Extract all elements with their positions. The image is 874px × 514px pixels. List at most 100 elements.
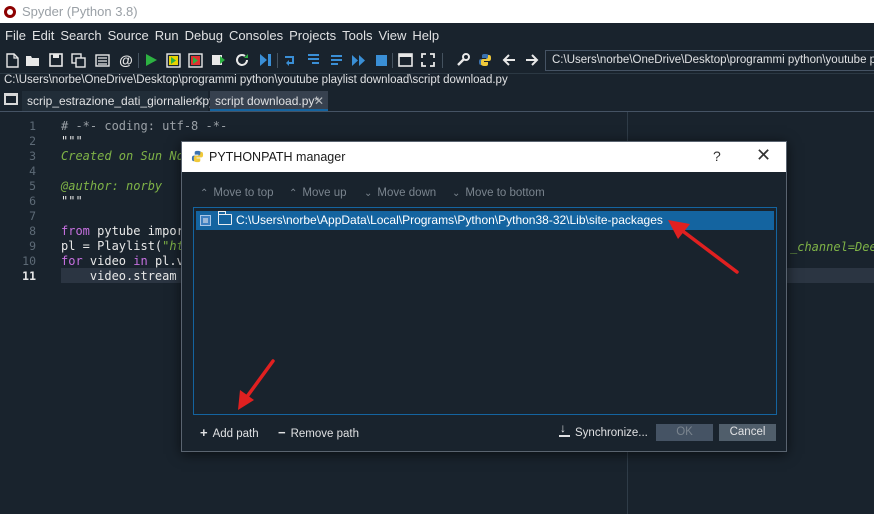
line-number: 2 [29,134,36,148]
spyder-window: Spyder (Python 3.8) File Edit Search Sou… [0,0,874,514]
line-number: 8 [29,224,36,238]
at-sign-icon[interactable]: @ [118,52,134,68]
download-icon [559,420,570,437]
working-directory-combo[interactable]: C:\Users\norbe\OneDrive\Desktop\programm… [545,50,874,71]
spyder-logo-icon [4,5,16,18]
line-number: 10 [22,254,36,268]
move-to-bottom-button[interactable]: ⌄ Move to bottom [452,186,545,200]
remove-path-button[interactable]: − Remove path [278,425,359,441]
run-icon[interactable] [143,52,159,68]
dialog-close-icon[interactable]: ✕ [756,145,771,166]
add-path-button[interactable]: + Add path [200,425,259,441]
tab-script-download[interactable]: script download.py* ✕ [210,91,328,111]
chevron-down-icon: ⌄ [364,188,373,199]
move-up-button[interactable]: ⌃ Move up [289,186,347,200]
tab-scrip-estrazione[interactable]: scrip_estrazione_dati_giornalieri.py ✕ [22,91,215,111]
forward-arrow-icon[interactable] [524,52,540,68]
python-path-icon[interactable] [477,52,493,68]
rerun-icon[interactable] [234,52,250,68]
save-all-icon[interactable] [70,52,86,68]
code-line-5: @author: norby [61,179,163,193]
tab-label: scrip_estrazione_dati_giornalieri.py [27,94,216,108]
menu-run[interactable]: Run [152,28,182,43]
double-chevron-up-icon: ⌃ [200,188,209,199]
line-number: 3 [29,149,36,163]
move-up-label: Move up [302,187,347,199]
menu-edit[interactable]: Edit [29,28,57,43]
path-text: C:\Users\norbe\AppData\Local\Programs\Py… [236,213,663,227]
dialog-title-bar: PYTHONPATH manager ? ✕ [182,142,786,172]
wrench-icon[interactable] [455,52,471,68]
file-list-icon[interactable] [94,52,110,68]
run-cell-advance-icon[interactable] [187,52,203,68]
line-number: 9 [29,239,36,253]
move-to-top-label: Move to top [213,187,274,199]
line-number-current: 11 [22,269,36,283]
toolbar-separator [138,53,139,68]
new-file-icon[interactable] [4,52,20,68]
move-down-button[interactable]: ⌄ Move down [364,186,436,200]
close-icon[interactable]: ✕ [314,91,324,111]
editor-tab-bar: scrip_estrazione_dati_giornalieri.py ✕ s… [0,89,874,112]
line-number-gutter: 1 2 3 4 5 6 7 8 9 10 11 [0,112,58,514]
move-to-top-button[interactable]: ⌃ Move to top [200,186,273,200]
open-file-icon[interactable] [25,52,41,68]
path-list-item[interactable]: C:\Users\norbe\AppData\Local\Programs\Py… [196,211,774,230]
toolbar-separator [277,53,278,68]
keyword: in [133,254,148,268]
tab-label: script download.py* [215,94,320,108]
code-fragment-right: _channel=Dee [790,240,874,254]
run-cell-icon[interactable] [165,52,181,68]
menu-consoles[interactable]: Consoles [226,28,286,43]
synchronize-label: Synchronize... [575,427,648,439]
code-line-1: # -*- coding: utf-8 -*- [61,119,228,133]
code-text: pl = Playlist( [61,239,163,253]
save-icon[interactable] [48,52,64,68]
debug-icon[interactable] [257,52,273,68]
path-checkbox[interactable] [200,215,211,226]
add-path-label: Add path [212,428,259,440]
cancel-button[interactable]: Cancel [719,424,776,441]
synchronize-button[interactable]: Synchronize... [559,420,648,441]
toolbar-separator [442,53,443,68]
line-number: 1 [29,119,36,133]
step-return-icon[interactable] [328,52,344,68]
path-list[interactable]: C:\Users\norbe\AppData\Local\Programs\Py… [193,207,777,415]
step-icon[interactable] [282,52,298,68]
menu-file[interactable]: File [2,28,29,43]
line-number: 6 [29,194,36,208]
line-number: 7 [29,209,36,223]
title-bar: Spyder (Python 3.8) [0,0,874,23]
ok-button[interactable]: OK [656,424,713,441]
code-line-3: Created on Sun No [61,149,184,163]
menu-tools[interactable]: Tools [339,28,375,43]
help-button[interactable]: ? [713,148,721,164]
close-icon[interactable]: ✕ [194,91,204,111]
step-into-icon[interactable] [305,52,321,68]
stop-debug-icon[interactable] [373,52,389,68]
menu-debug[interactable]: Debug [182,28,226,43]
browse-tabs-icon[interactable] [4,93,18,105]
fullscreen-icon[interactable] [420,52,436,68]
maximize-pane-icon[interactable] [397,52,413,68]
window-title: Spyder (Python 3.8) [22,4,138,19]
continue-icon[interactable] [350,52,366,68]
code-line-9: pl = Playlist("ht [61,239,184,253]
run-selection-icon[interactable] [210,52,226,68]
menu-projects[interactable]: Projects [286,28,339,43]
menu-bar: File Edit Search Source Run Debug Consol… [0,23,874,47]
line-number: 4 [29,164,36,178]
line-number: 5 [29,179,36,193]
code-line-2: """ [61,134,83,148]
keyword: for [61,254,83,268]
menu-source[interactable]: Source [105,28,152,43]
pythonpath-manager-dialog: PYTHONPATH manager ? ✕ ⌃ Move to top ⌃ Mov… [181,141,787,452]
menu-help[interactable]: Help [409,28,442,43]
toolbar-separator [392,53,393,68]
back-arrow-icon[interactable] [501,52,517,68]
menu-search[interactable]: Search [57,28,104,43]
move-down-label: Move down [377,187,437,199]
code-line-11: video.stream [61,269,177,283]
menu-view[interactable]: View [375,28,409,43]
keyword: from [61,224,90,238]
